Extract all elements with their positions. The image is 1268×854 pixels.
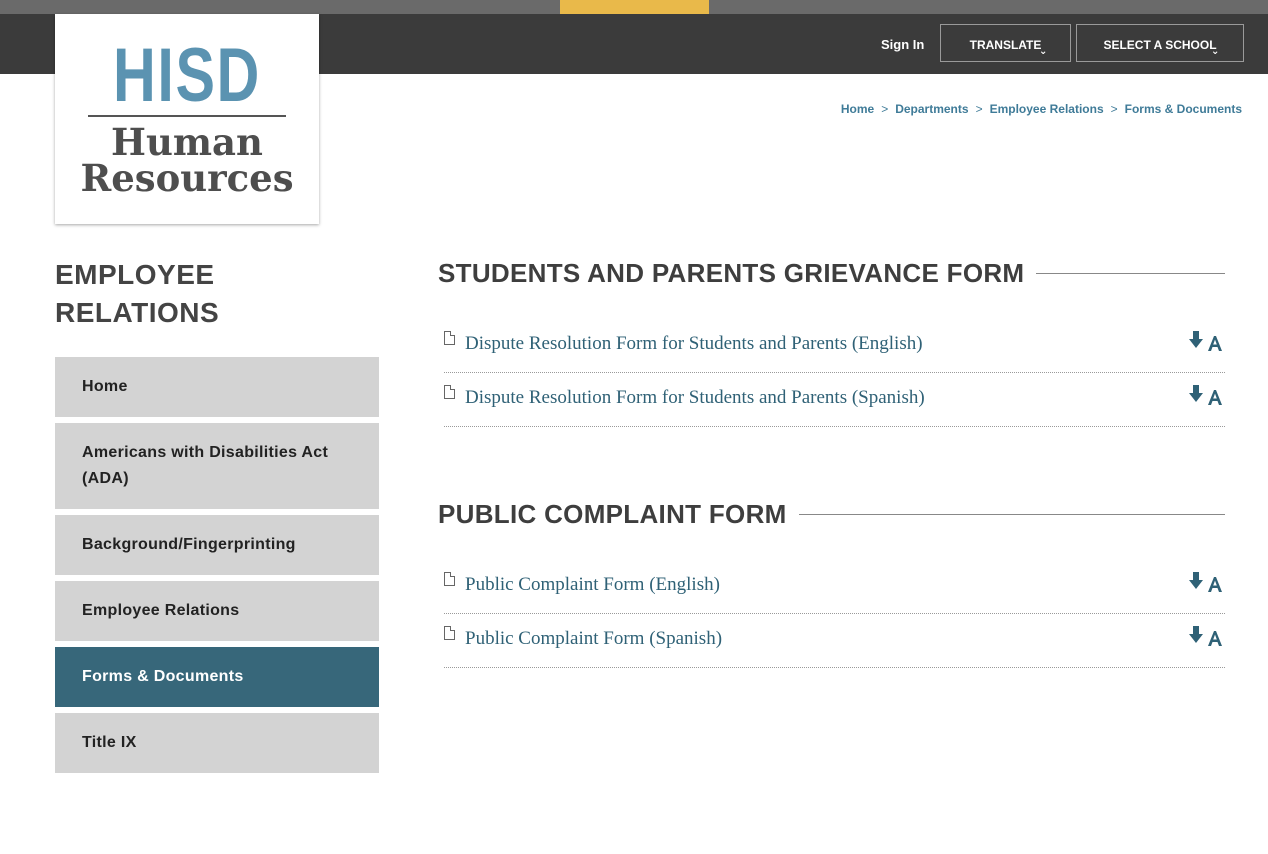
document-row: Public Complaint Form (English) (444, 560, 1225, 614)
sidebar-title-line2: RELATIONS (55, 297, 220, 328)
document-link[interactable]: Public Complaint Form (English) (465, 574, 720, 596)
translate-label: TRANSLATE (969, 38, 1042, 52)
section-heading-public-complaint: PUBLIC COMPLAINT FORM (438, 499, 1225, 530)
breadcrumb-separator: > (881, 102, 889, 116)
pdf-icon (444, 572, 455, 586)
breadcrumb-separator: > (1110, 102, 1118, 116)
document-row: Public Complaint Form (Spanish) (444, 614, 1225, 668)
sidebar-title-line1: EMPLOYEE (55, 259, 215, 290)
logo-divider (88, 115, 286, 117)
sidebar-item-background-fingerprinting[interactable]: Background/Fingerprinting (55, 515, 379, 575)
sidebar-item-forms-documents[interactable]: Forms & Documents (55, 647, 379, 707)
pdf-icon (444, 385, 455, 399)
pdf-icon (444, 331, 455, 345)
breadcrumb-forms-documents[interactable]: Forms & Documents (1125, 102, 1242, 116)
chevron-down-icon: ⌄ (1211, 46, 1220, 57)
logo-resources-text: Resources (80, 156, 294, 200)
heading-rule (1036, 273, 1225, 274)
top-accent (560, 0, 709, 14)
sidebar-nav: Home Americans with Disabilities Act (AD… (55, 357, 379, 779)
breadcrumb-employee-relations[interactable]: Employee Relations (990, 102, 1104, 116)
translate-button[interactable]: TRANSLATE ⌄ (940, 24, 1071, 62)
download-icon[interactable] (1189, 385, 1223, 407)
download-icon[interactable] (1189, 331, 1223, 353)
public-complaint-doc-list: Public Complaint Form (English) Public C… (444, 560, 1225, 668)
breadcrumb-departments[interactable]: Departments (895, 102, 968, 116)
sign-in-link[interactable]: Sign In (881, 37, 924, 52)
sidebar-item-ada[interactable]: Americans with Disabilities Act (ADA) (55, 423, 379, 509)
sidebar-item-home[interactable]: Home (55, 357, 379, 417)
document-row: Dispute Resolution Form for Students and… (444, 319, 1225, 373)
grievance-doc-list: Dispute Resolution Form for Students and… (444, 319, 1225, 427)
logo-hisd-text: HISD (113, 33, 261, 118)
document-row: Dispute Resolution Form for Students and… (444, 373, 1225, 427)
section-title: STUDENTS AND PARENTS GRIEVANCE FORM (438, 258, 1025, 288)
sidebar-item-title-ix[interactable]: Title IX (55, 713, 379, 773)
download-icon[interactable] (1189, 572, 1223, 594)
breadcrumb-home[interactable]: Home (841, 102, 874, 116)
document-link[interactable]: Public Complaint Form (Spanish) (465, 628, 722, 650)
section-heading-grievance: STUDENTS AND PARENTS GRIEVANCE FORM (438, 258, 1225, 289)
heading-rule (798, 514, 1225, 515)
breadcrumb: Home > Departments > Employee Relations > Form… (841, 102, 1242, 116)
section-title: PUBLIC COMPLAINT FORM (438, 499, 787, 529)
select-school-button[interactable]: SELECT A SCHOOL ⌄ (1076, 24, 1244, 62)
sidebar-title: EMPLOYEE RELATIONS (55, 256, 375, 332)
chevron-down-icon: ⌄ (1039, 46, 1048, 57)
hisd-hr-logo[interactable]: HISD Human Resources (55, 14, 319, 224)
pdf-icon (444, 626, 455, 640)
document-link[interactable]: Dispute Resolution Form for Students and… (465, 333, 923, 355)
sidebar-item-employee-relations[interactable]: Employee Relations (55, 581, 379, 641)
document-link[interactable]: Dispute Resolution Form for Students and… (465, 387, 925, 409)
breadcrumb-separator: > (975, 102, 983, 116)
download-icon[interactable] (1189, 626, 1223, 648)
